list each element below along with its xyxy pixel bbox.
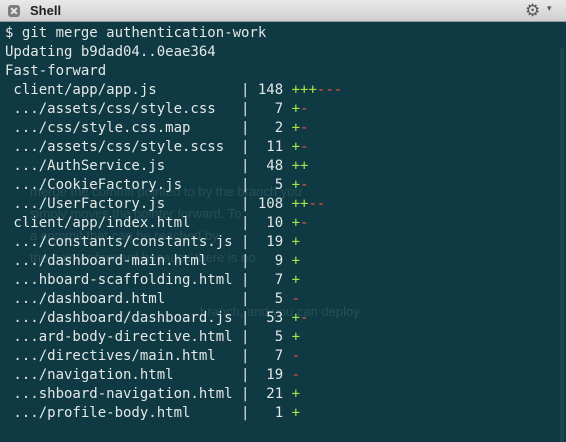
- close-icon[interactable]: [8, 5, 20, 17]
- scrollbar[interactable]: [560, 48, 564, 442]
- file-path: .../navigation.html: [5, 367, 242, 383]
- file-path: ...shboard-navigation.html: [5, 386, 242, 402]
- file-path: .../assets/css/style.css: [5, 101, 242, 117]
- diffstat-row: client/app/app.js | 148 +++---: [5, 81, 342, 100]
- insertions: +: [291, 120, 301, 136]
- window-title: Shell: [30, 3, 62, 18]
- output-line: Fast-forward: [5, 63, 107, 79]
- change-count: 21: [249, 386, 292, 402]
- title-bar: Shell ⚙ ▾: [0, 0, 566, 22]
- file-path: .../profile-body.html: [5, 405, 242, 421]
- diffstat-row: .../dashboard.html | 5 -: [5, 290, 342, 309]
- deletions: -: [291, 367, 301, 383]
- deletions: -: [300, 139, 309, 155]
- diffstat-row: .../directives/main.html | 7 -: [5, 347, 342, 366]
- change-count: 7: [249, 348, 292, 364]
- diffstat-row: .../profile-body.html | 1 +: [5, 404, 342, 423]
- chevron-down-icon[interactable]: ▾: [547, 4, 552, 14]
- file-path: .../UserFactory.js: [5, 196, 242, 212]
- diffstat-row: .../css/style.css.map | 2 +-: [5, 119, 342, 138]
- diffstat-row: .../dashboard/dashboard.js | 53 +-: [5, 309, 342, 328]
- diffstat-row: ...ard-body-directive.html | 5 +: [5, 328, 342, 347]
- terminal-lines: $ git merge authentication-work Updating…: [5, 24, 342, 423]
- change-count: 1: [249, 405, 292, 421]
- diffstat-row: ...hboard-scaffolding.html | 7 +: [5, 271, 342, 290]
- change-count: 19: [249, 367, 292, 383]
- change-count: 5: [249, 291, 292, 307]
- diffstat-row: .../UserFactory.js | 108 ++--: [5, 195, 342, 214]
- output-line: Updating b9dad04..0eae364: [5, 44, 216, 60]
- diffstat-row: .../navigation.html | 19 -: [5, 366, 342, 385]
- deletions: -: [300, 177, 309, 193]
- diffstat-row: ...shboard-navigation.html | 21 +: [5, 385, 342, 404]
- gear-icon[interactable]: ⚙: [525, 1, 540, 21]
- file-path: ...ard-body-directive.html: [5, 329, 242, 345]
- terminal-output[interactable]: merge the commit pointed to by the branc…: [0, 22, 566, 442]
- file-path: .../CookieFactory.js: [5, 177, 242, 193]
- deletions: -: [291, 291, 301, 307]
- insertions: +: [291, 101, 301, 117]
- insertions: +: [291, 177, 301, 193]
- file-path: .../AuthService.js: [5, 158, 242, 174]
- insertions: +: [291, 215, 301, 231]
- file-path: .../dashboard-main.html: [5, 253, 242, 269]
- change-count: 7: [249, 272, 292, 288]
- insertions: ++: [291, 158, 309, 174]
- insertions: +: [291, 253, 301, 269]
- change-count: 48: [249, 158, 292, 174]
- insertions: +: [291, 405, 301, 421]
- file-path: .../css/style.css.map: [5, 120, 242, 136]
- insertions: +: [291, 234, 301, 250]
- change-count: 5: [249, 329, 292, 345]
- insertions: +: [291, 139, 301, 155]
- insertions: ++: [291, 196, 309, 212]
- change-count: 9: [249, 253, 292, 269]
- change-count: 53: [249, 310, 292, 326]
- deletions: ---: [316, 82, 343, 98]
- change-count: 11: [249, 139, 292, 155]
- file-path: .../dashboard/dashboard.js: [5, 310, 242, 326]
- change-count: 10: [249, 215, 292, 231]
- deletions: -: [300, 101, 309, 117]
- file-path: ...hboard-scaffolding.html: [5, 272, 242, 288]
- diffstat-row: .../CookieFactory.js | 5 +-: [5, 176, 342, 195]
- terminal-window: Shell ⚙ ▾ merge the commit pointed to by…: [0, 0, 566, 442]
- deletions: -: [300, 120, 309, 136]
- change-count: 5: [249, 177, 292, 193]
- deletions: -: [300, 310, 309, 326]
- diffstat-row: .../assets/css/style.scss | 11 +-: [5, 138, 342, 157]
- insertions: +++: [291, 82, 317, 98]
- insertions: +: [291, 329, 301, 345]
- file-path: .../dashboard.html: [5, 291, 242, 307]
- file-path: .../directives/main.html: [5, 348, 242, 364]
- file-path: client/app/index.html: [5, 215, 242, 231]
- diffstat-row: .../AuthService.js | 48 ++: [5, 157, 342, 176]
- deletions: -: [300, 215, 309, 231]
- file-path: .../constants/constants.js: [5, 234, 242, 250]
- file-path: client/app/app.js: [5, 82, 242, 98]
- insertions: +: [291, 386, 301, 402]
- diffstat-row: .../dashboard-main.html | 9 +: [5, 252, 342, 271]
- change-count: 148: [249, 82, 292, 98]
- diffstat-row: client/app/index.html | 10 +-: [5, 214, 342, 233]
- diffstat-row: .../assets/css/style.css | 7 +-: [5, 100, 342, 119]
- change-count: 19: [249, 234, 292, 250]
- insertions: +: [291, 272, 301, 288]
- diffstat-row: .../constants/constants.js | 19 +: [5, 233, 342, 252]
- deletions: -: [291, 348, 301, 364]
- change-count: 2: [249, 120, 292, 136]
- change-count: 7: [249, 101, 292, 117]
- command-line: $ git merge authentication-work: [5, 25, 267, 41]
- change-count: 108: [249, 196, 292, 212]
- file-path: .../assets/css/style.scss: [5, 139, 242, 155]
- deletions: --: [308, 196, 326, 212]
- insertions: +: [291, 310, 301, 326]
